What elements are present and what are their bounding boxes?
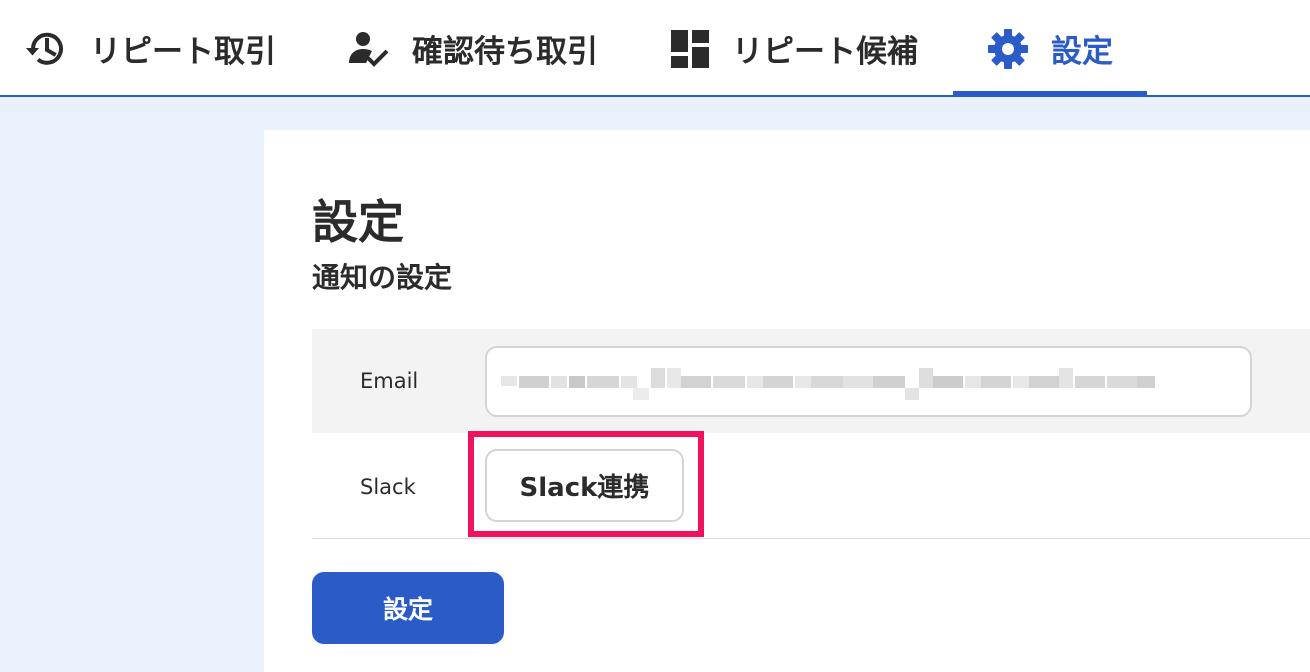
- email-label: Email: [360, 369, 419, 393]
- tab-settings[interactable]: 設定: [953, 0, 1147, 99]
- tab-pending-transactions[interactable]: 確認待ち取引: [346, 0, 598, 97]
- top-navigation: リピート取引 確認待ち取引 リピート候補 設定: [0, 0, 1310, 99]
- section-title: 通知の設定: [312, 261, 453, 294]
- redacted-email-pixelation: [501, 368, 1161, 400]
- email-row: Email: [312, 329, 1310, 433]
- person-check-icon: [346, 27, 390, 71]
- email-field[interactable]: [485, 346, 1252, 417]
- tab-repeat-transactions[interactable]: リピート取引: [24, 0, 276, 97]
- save-settings-button[interactable]: 設定: [312, 572, 504, 644]
- slack-label: Slack: [360, 475, 416, 499]
- history-icon: [24, 27, 68, 71]
- dashboard-icon: [670, 29, 710, 69]
- page-title: 設定: [312, 195, 404, 249]
- slack-row: Slack Slack連携: [312, 431, 1310, 539]
- tab-label: リピート取引: [90, 34, 276, 70]
- tab-label: リピート候補: [732, 34, 918, 70]
- gear-icon: [987, 28, 1029, 70]
- slack-connect-button[interactable]: Slack連携: [485, 449, 684, 522]
- tab-label: 設定: [1051, 34, 1113, 70]
- tab-label: 確認待ち取引: [412, 34, 598, 70]
- tab-repeat-candidates[interactable]: リピート候補: [670, 0, 918, 97]
